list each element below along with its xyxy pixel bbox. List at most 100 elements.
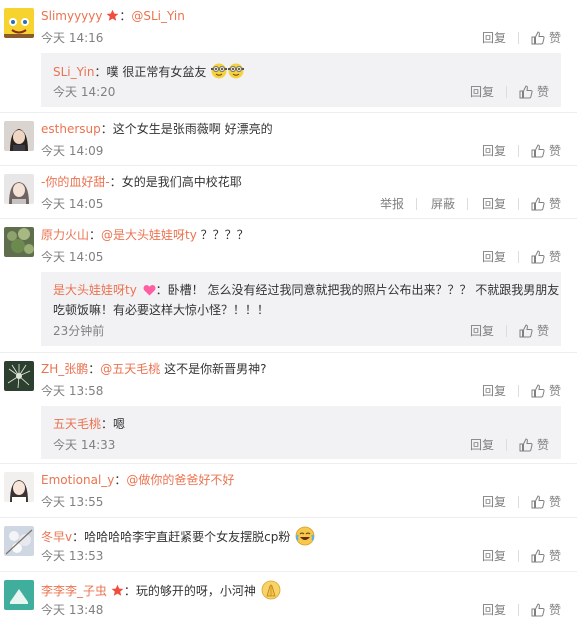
username-link[interactable]: 冬早v [41,530,72,544]
reply-time: 23分钟前 [53,324,105,338]
vip-star-icon [111,584,124,601]
comment-item: esthersup：这个女生是张雨薇啊 好漂亮的 今天 14:09 回复 赞 [0,113,577,166]
mention-link[interactable]: @做你的爸爸好不好 [126,473,234,487]
comment-item: ZH_张鹏：@五天毛桃 这不是你新晋男神? 今天 13:58 回复 赞 五天毛桃… [0,353,577,464]
comment-text: ？？？？ [196,228,249,242]
reply-button[interactable]: 回复 [470,84,494,100]
like-button[interactable]: 赞 [531,383,561,399]
heart-icon [143,284,156,300]
avatar[interactable] [4,121,34,151]
reply-box: 是大头娃娃呀ty ：卧槽！ 怎么没有经过我同意就把我的照片公布出来？？？ 不就跟… [41,272,561,346]
thumbs-up-icon [531,495,545,509]
avatar[interactable] [4,174,34,204]
like-button[interactable]: 赞 [531,548,561,564]
divider [505,439,507,451]
username-link[interactable]: SLi_Yin [53,65,94,79]
like-button[interactable]: 赞 [519,323,549,339]
divider [517,604,519,616]
comment-time: 今天 13:55 [41,495,104,509]
avatar[interactable] [4,8,34,38]
comment-item: 冬早v：哈哈哈哈李宇直赶紧要个女友摆脱cp粉 今天 13:53 回复 赞 [0,518,577,572]
thumbs-up-icon [531,250,545,264]
comment-time: 今天 13:53 [41,549,104,563]
reply-button[interactable]: 回复 [482,548,506,564]
thumbs-up-icon [531,384,545,398]
username-link[interactable]: esthersup [41,122,101,136]
mention-link[interactable]: @五天毛桃 [100,362,160,376]
reply-button[interactable]: 回复 [482,143,506,159]
reply-time: 今天 14:33 [53,438,116,452]
reply-button[interactable]: 回复 [470,437,494,453]
comment-text: 哈哈哈哈李宇直赶紧要个女友摆脱cp粉 [84,530,291,544]
comment-time: 今天 13:58 [41,384,104,398]
reply-box: 五天毛桃：嗯 今天 14:33 回复 赞 [41,406,561,459]
avatar[interactable] [4,227,34,257]
comment-time: 今天 13:48 [41,603,104,617]
reply-button[interactable]: 回复 [470,323,494,339]
comment-item: 原力火山：@是大头娃娃呀ty ？？？？ 今天 14:05 回复 赞 是大头娃娃呀… [0,219,577,353]
comment-item: Slimyyyyy ：@SLi_Yin 今天 14:16 回复 赞 SLi_Yi… [0,0,577,113]
username-link[interactable]: -你的血好甜- [41,175,110,189]
avatar[interactable] [4,361,34,391]
avatar[interactable] [4,526,34,556]
reply-button[interactable]: 回复 [482,196,506,212]
reply-box: SLi_Yin：噗 很正常有女盆友 今天 14:20 回复 赞 [41,53,561,107]
thumbs-up-icon [531,549,545,563]
thumbs-up-icon [519,438,533,452]
divider [517,496,519,508]
like-button[interactable]: 赞 [531,30,561,46]
comment-text: 这不是你新晋男神? [160,362,267,376]
reply-time: 今天 14:20 [53,85,116,99]
username-link[interactable]: 原力火山 [41,228,89,242]
avatar[interactable] [4,472,34,502]
like-button[interactable]: 赞 [531,249,561,265]
minion-icon [211,63,228,79]
report-button[interactable]: 举报 [380,196,404,212]
username-link[interactable]: 是大头娃娃呀ty [53,283,137,297]
reply-text-line2: 吃顿饭嘛！有必要这样大惊小怪？！！！ [53,303,270,317]
laugh-cry-icon [295,526,315,546]
reply-button[interactable]: 回复 [482,383,506,399]
mention-link[interactable]: @是大头娃娃呀ty [101,228,197,242]
like-button[interactable]: 赞 [519,84,549,100]
vip-star-icon [106,9,119,26]
username-link[interactable]: Slimyyyyy [41,9,102,23]
pray-icon [261,580,281,600]
like-button[interactable]: 赞 [531,143,561,159]
comment-item: -你的血好甜-：女的是我们高中校花耶 今天 14:05 举报 屏蔽 回复 赞 [0,166,577,219]
thumbs-up-icon [531,31,545,45]
divider [517,145,519,157]
avatar[interactable] [4,580,34,610]
divider [466,198,468,210]
comment-time: 今天 14:05 [41,250,104,264]
reply-text: 嗯 [113,417,126,431]
like-button[interactable]: 赞 [531,494,561,510]
reply-button[interactable]: 回复 [482,249,506,265]
divider [415,198,417,210]
like-button[interactable]: 赞 [519,437,549,453]
reply-text: 卧槽！ 怎么没有经过我同意就把我的照片公布出来？？？ 不就跟我男朋友 [167,283,560,297]
divider [517,385,519,397]
reply-text: 噗 很正常有女盆友 [106,65,207,79]
mention-link[interactable]: @SLi_Yin [131,9,184,23]
comment-text: 这个女生是张雨薇啊 好漂亮的 [112,122,273,136]
username-link[interactable]: Emotional_y [41,473,114,487]
thumbs-up-icon [531,144,545,158]
reply-button[interactable]: 回复 [482,602,506,618]
divider [517,550,519,562]
minion-icon [228,63,245,79]
divider [505,325,507,337]
comment-list: Slimyyyyy ：@SLi_Yin 今天 14:16 回复 赞 SLi_Yi… [0,0,577,631]
reply-button[interactable]: 回复 [482,30,506,46]
divider [517,251,519,263]
reply-button[interactable]: 回复 [482,494,506,510]
comment-time: 今天 14:05 [41,197,104,211]
like-button[interactable]: 赞 [531,602,561,618]
like-button[interactable]: 赞 [531,196,561,212]
username-link[interactable]: ZH_张鹏 [41,362,88,376]
username-link[interactable]: 五天毛桃 [53,417,101,431]
comment-time: 今天 14:16 [41,31,104,45]
username-link[interactable]: 李李李_子虫 [41,584,107,598]
block-button[interactable]: 屏蔽 [431,196,455,212]
thumbs-up-icon [531,197,545,211]
